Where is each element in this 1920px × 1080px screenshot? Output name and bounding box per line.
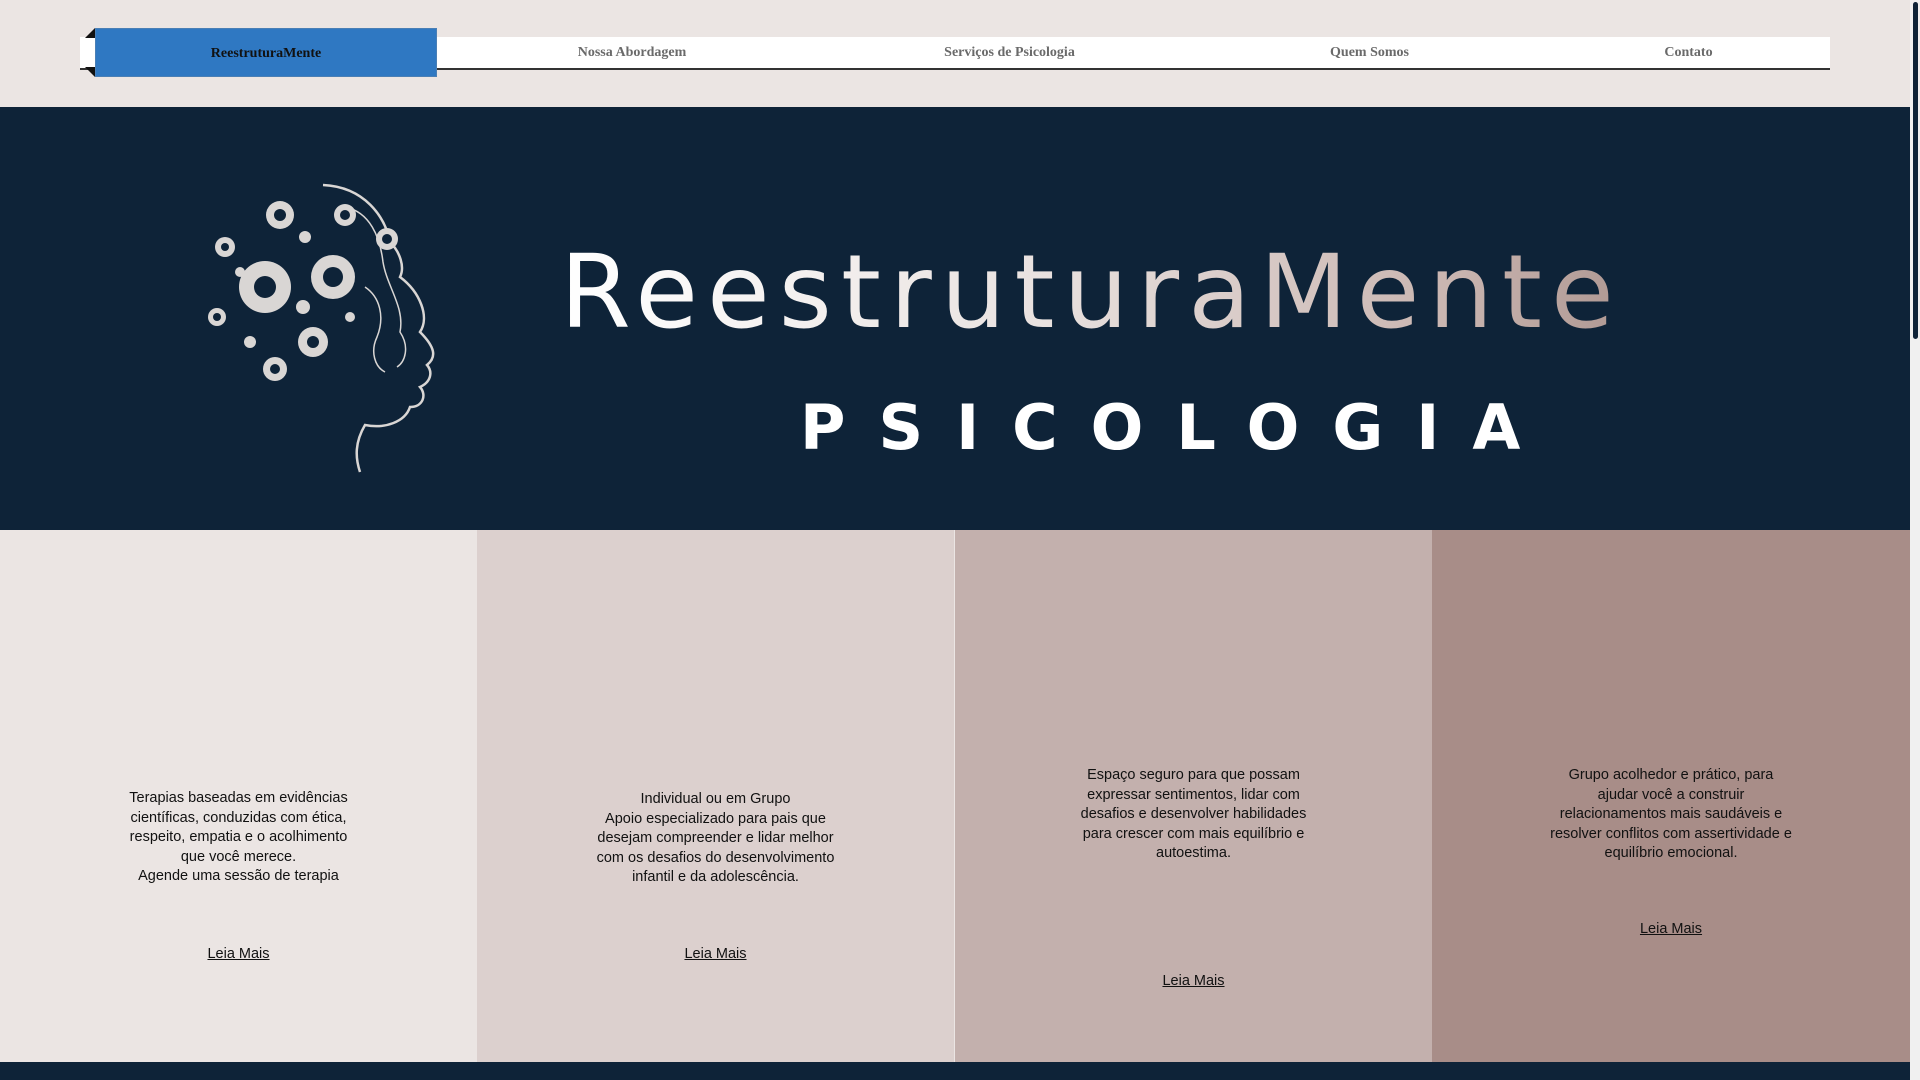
hero-banner: ReestruturaMente PSICOLOGIA <box>0 107 1910 530</box>
service-card-orientacao-pais: Individual ou em Grupo Apoio especializad… <box>477 530 954 1062</box>
service-description: Grupo acolhedor e prático, para ajudar v… <box>1550 767 1792 861</box>
read-more-link[interactable]: Leia Mais <box>955 973 1432 989</box>
brand-subtitle: PSICOLOGIA <box>800 391 1554 464</box>
footer-strip <box>0 1062 1910 1080</box>
service-card-criancas-adolescentes: Espaço seguro para que possam expressar … <box>955 530 1432 1062</box>
ribbon-fold-bottom <box>85 67 95 77</box>
service-description: Terapias baseadas em evidências científi… <box>129 790 348 884</box>
service-description: Espaço seguro para que possam expressar … <box>1080 767 1307 861</box>
ribbon-fold-top <box>85 28 95 38</box>
service-card-grupo: Grupo acolhedor e prático, para ajudar v… <box>1432 530 1910 1062</box>
read-more-link[interactable]: Leia Mais <box>477 946 954 962</box>
read-more-link[interactable]: Leia Mais <box>1432 921 1910 937</box>
nav-item-contato[interactable]: Contato <box>1547 37 1830 68</box>
scrollbar-thumb[interactable] <box>1913 2 1918 339</box>
brand-title: ReestruturaMente <box>560 242 1750 344</box>
service-description: Individual ou em Grupo Apoio especializad… <box>596 791 835 885</box>
nav-item-quem-somos[interactable]: Quem Somos <box>1192 37 1547 68</box>
service-card-terapia: Terapias baseadas em evidências científi… <box>0 530 477 1062</box>
read-more-link[interactable]: Leia Mais <box>0 946 477 962</box>
top-navigation: ReestruturaMente Nossa Abordagem Serviço… <box>0 0 1910 107</box>
nav-item-servicos[interactable]: Serviços de Psicologia <box>827 37 1192 68</box>
nav-item-nossa-abordagem[interactable]: Nossa Abordagem <box>437 37 827 68</box>
scrollbar[interactable] <box>1910 0 1920 1080</box>
head-with-gears-icon <box>208 183 435 473</box>
nav-item-home[interactable]: ReestruturaMente <box>95 28 437 77</box>
